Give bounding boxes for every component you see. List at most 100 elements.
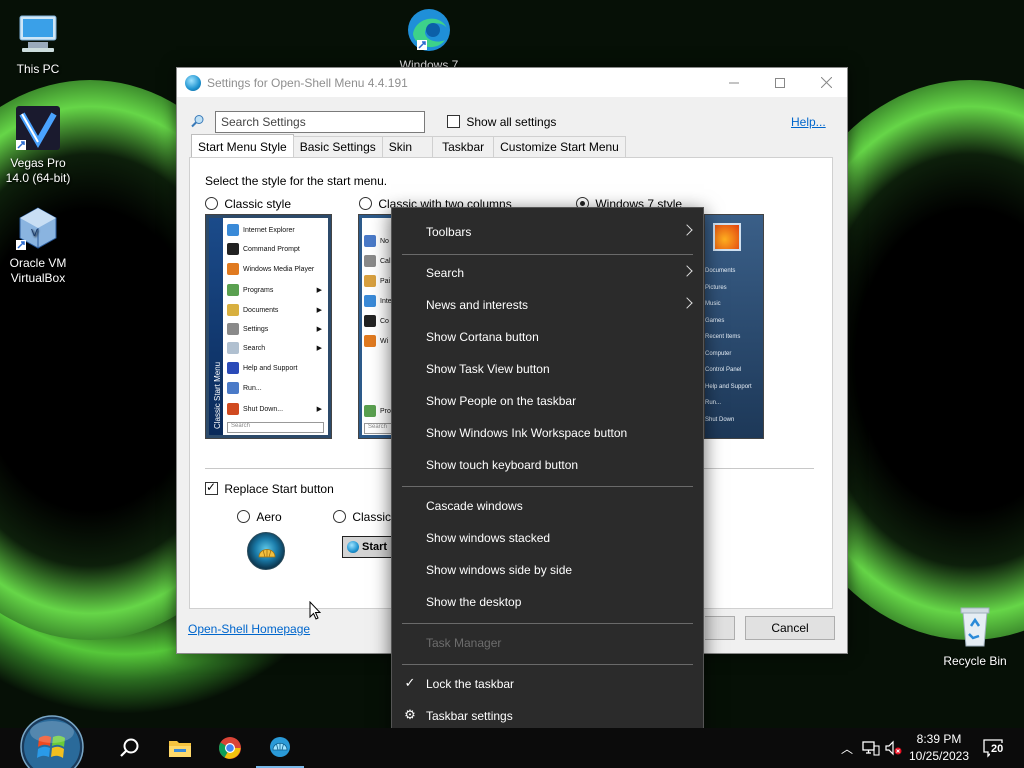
- minimize-button[interactable]: [711, 68, 757, 97]
- preview-item: Internet Explorer: [225, 221, 326, 239]
- menu-item-show-ink-workspace[interactable]: Show Windows Ink Workspace button: [392, 417, 703, 449]
- clock[interactable]: 8:39 PM 10/25/2023: [903, 731, 975, 765]
- shell-logo-icon: [258, 549, 276, 558]
- radio-aero-button[interactable]: Aero: [237, 510, 282, 524]
- open-shell-icon: [185, 74, 201, 91]
- desktop-icon-label: Recycle Bin: [943, 654, 1007, 668]
- title-bar[interactable]: Settings for Open-Shell Menu 4.4.191: [177, 68, 847, 97]
- win7-preview-list: Documents Pictures Music Games Recent It…: [705, 263, 763, 428]
- radio-classic-button-circle[interactable]: [333, 510, 346, 523]
- menu-separator: [402, 623, 693, 624]
- preview-item: Music: [705, 301, 721, 307]
- window-title: Settings for Open-Shell Menu 4.4.191: [207, 75, 408, 90]
- tab-skin[interactable]: Skin: [381, 136, 434, 157]
- preview-item: Command Prompt: [225, 240, 326, 258]
- radio-aero-circle[interactable]: [237, 510, 250, 523]
- preview-item: Documents ▶: [225, 301, 326, 319]
- chevron-right-icon: [681, 297, 693, 309]
- menu-item-news-and-interests[interactable]: News and interests: [392, 289, 703, 321]
- windows7-style-preview[interactable]: Documents Pictures Music Games Recent It…: [704, 214, 764, 439]
- recycle-bin-icon: [951, 602, 999, 650]
- search-row: Search Settings Show all settings Help..…: [187, 111, 837, 135]
- radio-classic-button[interactable]: Classic: [333, 510, 391, 524]
- taskbar: ︿ 8:39 PM 10/25/2023 20: [0, 715, 1024, 768]
- help-link[interactable]: Help...: [791, 115, 826, 129]
- preview-item-label: Search: [243, 344, 266, 352]
- volume-muted-icon[interactable]: [884, 740, 902, 756]
- menu-item-show-touch-keyboard[interactable]: Show touch keyboard button: [392, 449, 703, 481]
- checkmark-icon: ✓: [404, 675, 416, 690]
- preview-item: Programs ▶: [225, 281, 326, 299]
- cancel-button[interactable]: Cancel: [745, 616, 835, 640]
- classic-strip-text: Classic Start Menu: [213, 361, 222, 429]
- ok-button[interactable]: [705, 616, 735, 640]
- classic-menu-strip: Classic Start Menu: [209, 218, 223, 435]
- desktop-icon-label: This PC: [16, 62, 60, 76]
- desktop-icon-vegas-pro[interactable]: Vegas Pro 14.0 (64-bit): [0, 104, 76, 186]
- preview-item: Shut Down... ▶: [225, 400, 326, 418]
- desktop-icon-virtualbox[interactable]: V Oracle VM VirtualBox: [0, 204, 76, 286]
- replace-start-button-checkbox[interactable]: Replace Start button: [205, 480, 334, 496]
- menu-item-lock-taskbar[interactable]: ✓ Lock the taskbar: [392, 668, 703, 700]
- menu-item-show-people[interactable]: Show People on the taskbar: [392, 385, 703, 417]
- menu-item-show-task-view[interactable]: Show Task View button: [392, 353, 703, 385]
- preview-item-label: Settings: [243, 325, 269, 333]
- menu-item-show-desktop[interactable]: Show the desktop: [392, 586, 703, 618]
- notification-count-badge: 20: [990, 743, 1005, 755]
- radio-aero-label: Aero: [256, 510, 282, 524]
- preview-item: Run...: [225, 379, 326, 397]
- desktop-icon-recycle-bin[interactable]: Recycle Bin: [937, 602, 1013, 669]
- preview-search-box: Search: [227, 422, 324, 433]
- desktop-icon-this-pc[interactable]: This PC: [0, 10, 76, 77]
- replace-start-label: Replace Start button: [224, 482, 334, 496]
- taskbar-open-shell-settings[interactable]: [256, 728, 304, 768]
- tab-start-menu-style[interactable]: Start Menu Style: [191, 134, 294, 157]
- aero-start-button-preview: [247, 532, 285, 570]
- open-shell-homepage-link[interactable]: Open-Shell Homepage: [188, 622, 310, 636]
- replace-start-checkbox-box[interactable]: [205, 480, 218, 495]
- tab-basic-settings[interactable]: Basic Settings: [292, 136, 383, 157]
- radio-two-columns-circle[interactable]: [359, 197, 372, 210]
- menu-item-windows-stacked[interactable]: Show windows stacked: [392, 522, 703, 554]
- chevron-right-icon: [681, 265, 693, 277]
- show-all-checkbox-box[interactable]: [447, 115, 460, 128]
- show-hidden-icons-chevron-icon[interactable]: ︿: [838, 740, 856, 757]
- tab-taskbar[interactable]: Taskbar: [432, 136, 495, 157]
- tab-bar: Start Menu Style Basic Settings Skin Tas…: [191, 134, 626, 158]
- taskbar-file-explorer[interactable]: [156, 728, 204, 768]
- preview-item: Settings ▶: [225, 320, 326, 338]
- close-icon: [820, 77, 832, 88]
- radio-classic-button-label: Classic: [352, 510, 392, 524]
- taskbar-search-button[interactable]: [106, 728, 154, 768]
- network-icon[interactable]: [862, 740, 880, 756]
- maximize-button[interactable]: [757, 68, 803, 97]
- mouse-cursor-icon: [309, 601, 321, 620]
- taskbar-context-menu: Toolbars Search News and interests Show …: [391, 207, 704, 741]
- show-all-settings-checkbox[interactable]: Show all settings: [447, 115, 556, 129]
- start-button[interactable]: [19, 714, 85, 768]
- classic-style-preview[interactable]: Classic Start Menu Internet Explorer Com…: [205, 214, 332, 439]
- menu-item-search[interactable]: Search: [392, 257, 703, 289]
- desktop-icon-windows7[interactable]: Windows 7: [391, 6, 467, 68]
- chevron-right-icon: [681, 224, 693, 236]
- action-center-button[interactable]: 20: [982, 738, 1010, 760]
- menu-item-windows-side-by-side[interactable]: Show windows side by side: [392, 554, 703, 586]
- gear-icon: ⚙: [404, 707, 416, 722]
- tab-customize-start-menu[interactable]: Customize Start Menu: [493, 136, 626, 157]
- menu-item-cascade-windows[interactable]: Cascade windows: [392, 490, 703, 522]
- search-settings-input[interactable]: Search Settings: [215, 111, 425, 133]
- virtualbox-icon: V: [14, 204, 62, 252]
- radio-classic-style-circle[interactable]: [205, 197, 218, 210]
- classic-menu-mock: Classic Start Menu Internet Explorer Com…: [209, 218, 328, 435]
- preview-item: Help and Support: [705, 383, 752, 390]
- menu-item-toolbars[interactable]: Toolbars: [392, 216, 703, 248]
- search-icon: [191, 115, 204, 128]
- preview-item: Documents: [705, 268, 736, 274]
- radio-classic-style[interactable]: Classic style: [205, 197, 291, 211]
- style-instruction: Select the style for the start menu.: [205, 174, 388, 188]
- show-all-label: Show all settings: [466, 115, 557, 129]
- system-tray: ︿: [838, 728, 902, 768]
- close-button[interactable]: [803, 68, 849, 97]
- taskbar-chrome[interactable]: [206, 728, 254, 768]
- menu-item-show-cortana[interactable]: Show Cortana button: [392, 321, 703, 353]
